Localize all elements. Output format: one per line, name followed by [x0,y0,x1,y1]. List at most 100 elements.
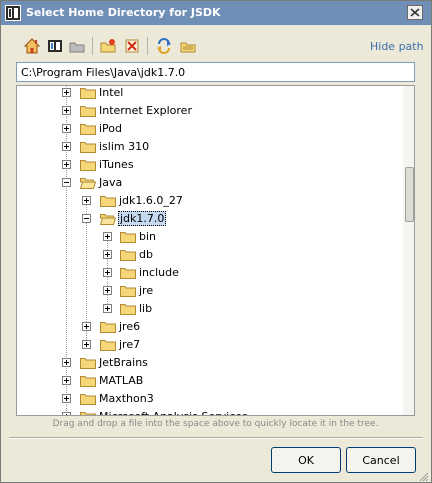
title-bar[interactable]: Select Home Directory for JSDK [1,1,431,25]
tree-node[interactable]: jre7 [17,336,297,353]
tree-node[interactable]: JetBrains [17,354,297,371]
folder-icon [80,394,96,405]
tree-node-label: iPod [99,122,123,135]
folder-icon [80,142,96,153]
folder-icon [80,88,96,99]
folder-icon [80,124,96,135]
expand-toggle-icon[interactable] [62,88,71,97]
ok-button[interactable]: OK [271,447,341,473]
folder-icon [120,268,136,279]
new-folder-icon [100,39,116,53]
drag-drop-hint: Drag and drop a file into the space abov… [52,419,379,429]
tree-node-label: jdk1.7.0 [118,211,167,226]
expand-toggle-icon[interactable] [82,340,91,349]
hide-path-link[interactable]: Hide path [370,40,424,53]
resize-grip-icon[interactable] [417,470,429,482]
expand-toggle-icon[interactable] [62,124,71,133]
expand-toggle-icon[interactable] [103,268,112,277]
folder-icon [80,106,96,117]
expand-toggle-icon[interactable] [62,394,71,403]
refresh-icon [157,38,171,54]
expand-toggle-icon[interactable] [62,160,71,169]
expand-toggle-icon[interactable] [103,232,112,241]
folder-icon [100,322,116,333]
close-icon [410,8,420,17]
module-button[interactable] [68,37,86,55]
path-input[interactable] [16,62,415,82]
toolbar-separator [147,37,148,55]
folder-icon [120,286,136,297]
tree-node-label: jdk1.6.0_27 [119,194,183,207]
refresh-button[interactable] [155,37,173,55]
tree-node-label: iTunes [99,158,134,171]
tree-node[interactable]: iPod [17,120,297,137]
new-folder-button[interactable] [99,37,117,55]
expand-toggle-icon[interactable] [62,142,71,151]
scrollbar-thumb[interactable] [405,167,414,222]
home-button[interactable] [23,37,41,55]
tree-node[interactable]: jre6 [17,318,297,335]
tree-node[interactable]: include [17,264,297,281]
tree-node[interactable]: lib [17,300,297,317]
expand-toggle-icon[interactable] [62,412,71,415]
toolbar-separator [92,37,93,55]
folder-icon [80,160,96,171]
expand-toggle-icon[interactable] [62,106,71,115]
tree-node-label: islim 310 [99,140,150,153]
folder-icon [80,376,96,387]
tree-node-label: Maxthon3 [99,392,154,405]
tree-node[interactable]: jre [17,282,297,299]
cancel-button[interactable]: Cancel [346,447,416,473]
show-hidden-button[interactable] [179,37,197,55]
close-button[interactable] [407,5,423,20]
footer-divider [9,437,423,439]
tree-node[interactable]: bin [17,228,297,245]
expand-toggle-icon[interactable] [103,286,112,295]
expand-toggle-icon[interactable] [82,196,91,205]
tree-node[interactable]: iTunes [17,156,297,173]
dialog-window: Select Home Directory for JSDK Hide path… [0,0,432,483]
tree-node[interactable]: Internet Explorer [17,102,297,119]
expand-toggle-icon[interactable] [62,376,71,385]
tree-node[interactable]: Intel [17,86,297,101]
delete-icon [125,39,139,53]
tree-node[interactable]: Microsoft Analysis Services [17,408,297,415]
tree-node-label: bin [139,230,157,243]
tree-node-label: Internet Explorer [99,104,192,117]
tree-node[interactable]: islim 310 [17,138,297,155]
directory-tree[interactable]: Intel Internet Explorer iPod islim 310 iTune… [16,85,415,416]
tree-node[interactable]: jdk1.6.0_27 [17,192,297,209]
open-folder-icon [80,178,96,189]
tree-node-label: jre6 [119,320,141,333]
vertical-scrollbar[interactable] [403,86,414,415]
folder-icon [100,196,116,207]
expand-toggle-icon[interactable] [62,358,71,367]
folder-icon [120,304,136,315]
home-icon [23,38,41,54]
open-folder-icon [100,214,116,225]
folder-icon [80,358,96,369]
tree-node[interactable]: db [17,246,297,263]
collapse-toggle-icon[interactable] [82,214,91,223]
tree-node-label: Intel [99,86,124,99]
module-icon [69,42,85,53]
expand-toggle-icon[interactable] [82,322,91,331]
folder-icon [120,232,136,243]
tree-node[interactable]: jdk1.7.0 [17,210,297,227]
show-hidden-icon [180,42,196,53]
tree-node-label: JetBrains [99,356,148,369]
tree-node[interactable]: Java [17,174,297,191]
expand-toggle-icon[interactable] [103,304,112,313]
project-icon [48,40,62,52]
tree-node[interactable]: Maxthon3 [17,390,297,407]
folder-icon [120,250,136,261]
tree-node-label: Microsoft Analysis Services [98,410,249,415]
project-button[interactable] [46,37,64,55]
tree-node-label: lib [139,302,153,315]
collapse-toggle-icon[interactable] [62,178,71,187]
tree-node[interactable]: MATLAB [17,372,297,389]
delete-button[interactable] [123,37,141,55]
expand-toggle-icon[interactable] [103,250,112,259]
tree-node-label: jre [139,284,154,297]
tree-node-label: jre7 [119,338,141,351]
